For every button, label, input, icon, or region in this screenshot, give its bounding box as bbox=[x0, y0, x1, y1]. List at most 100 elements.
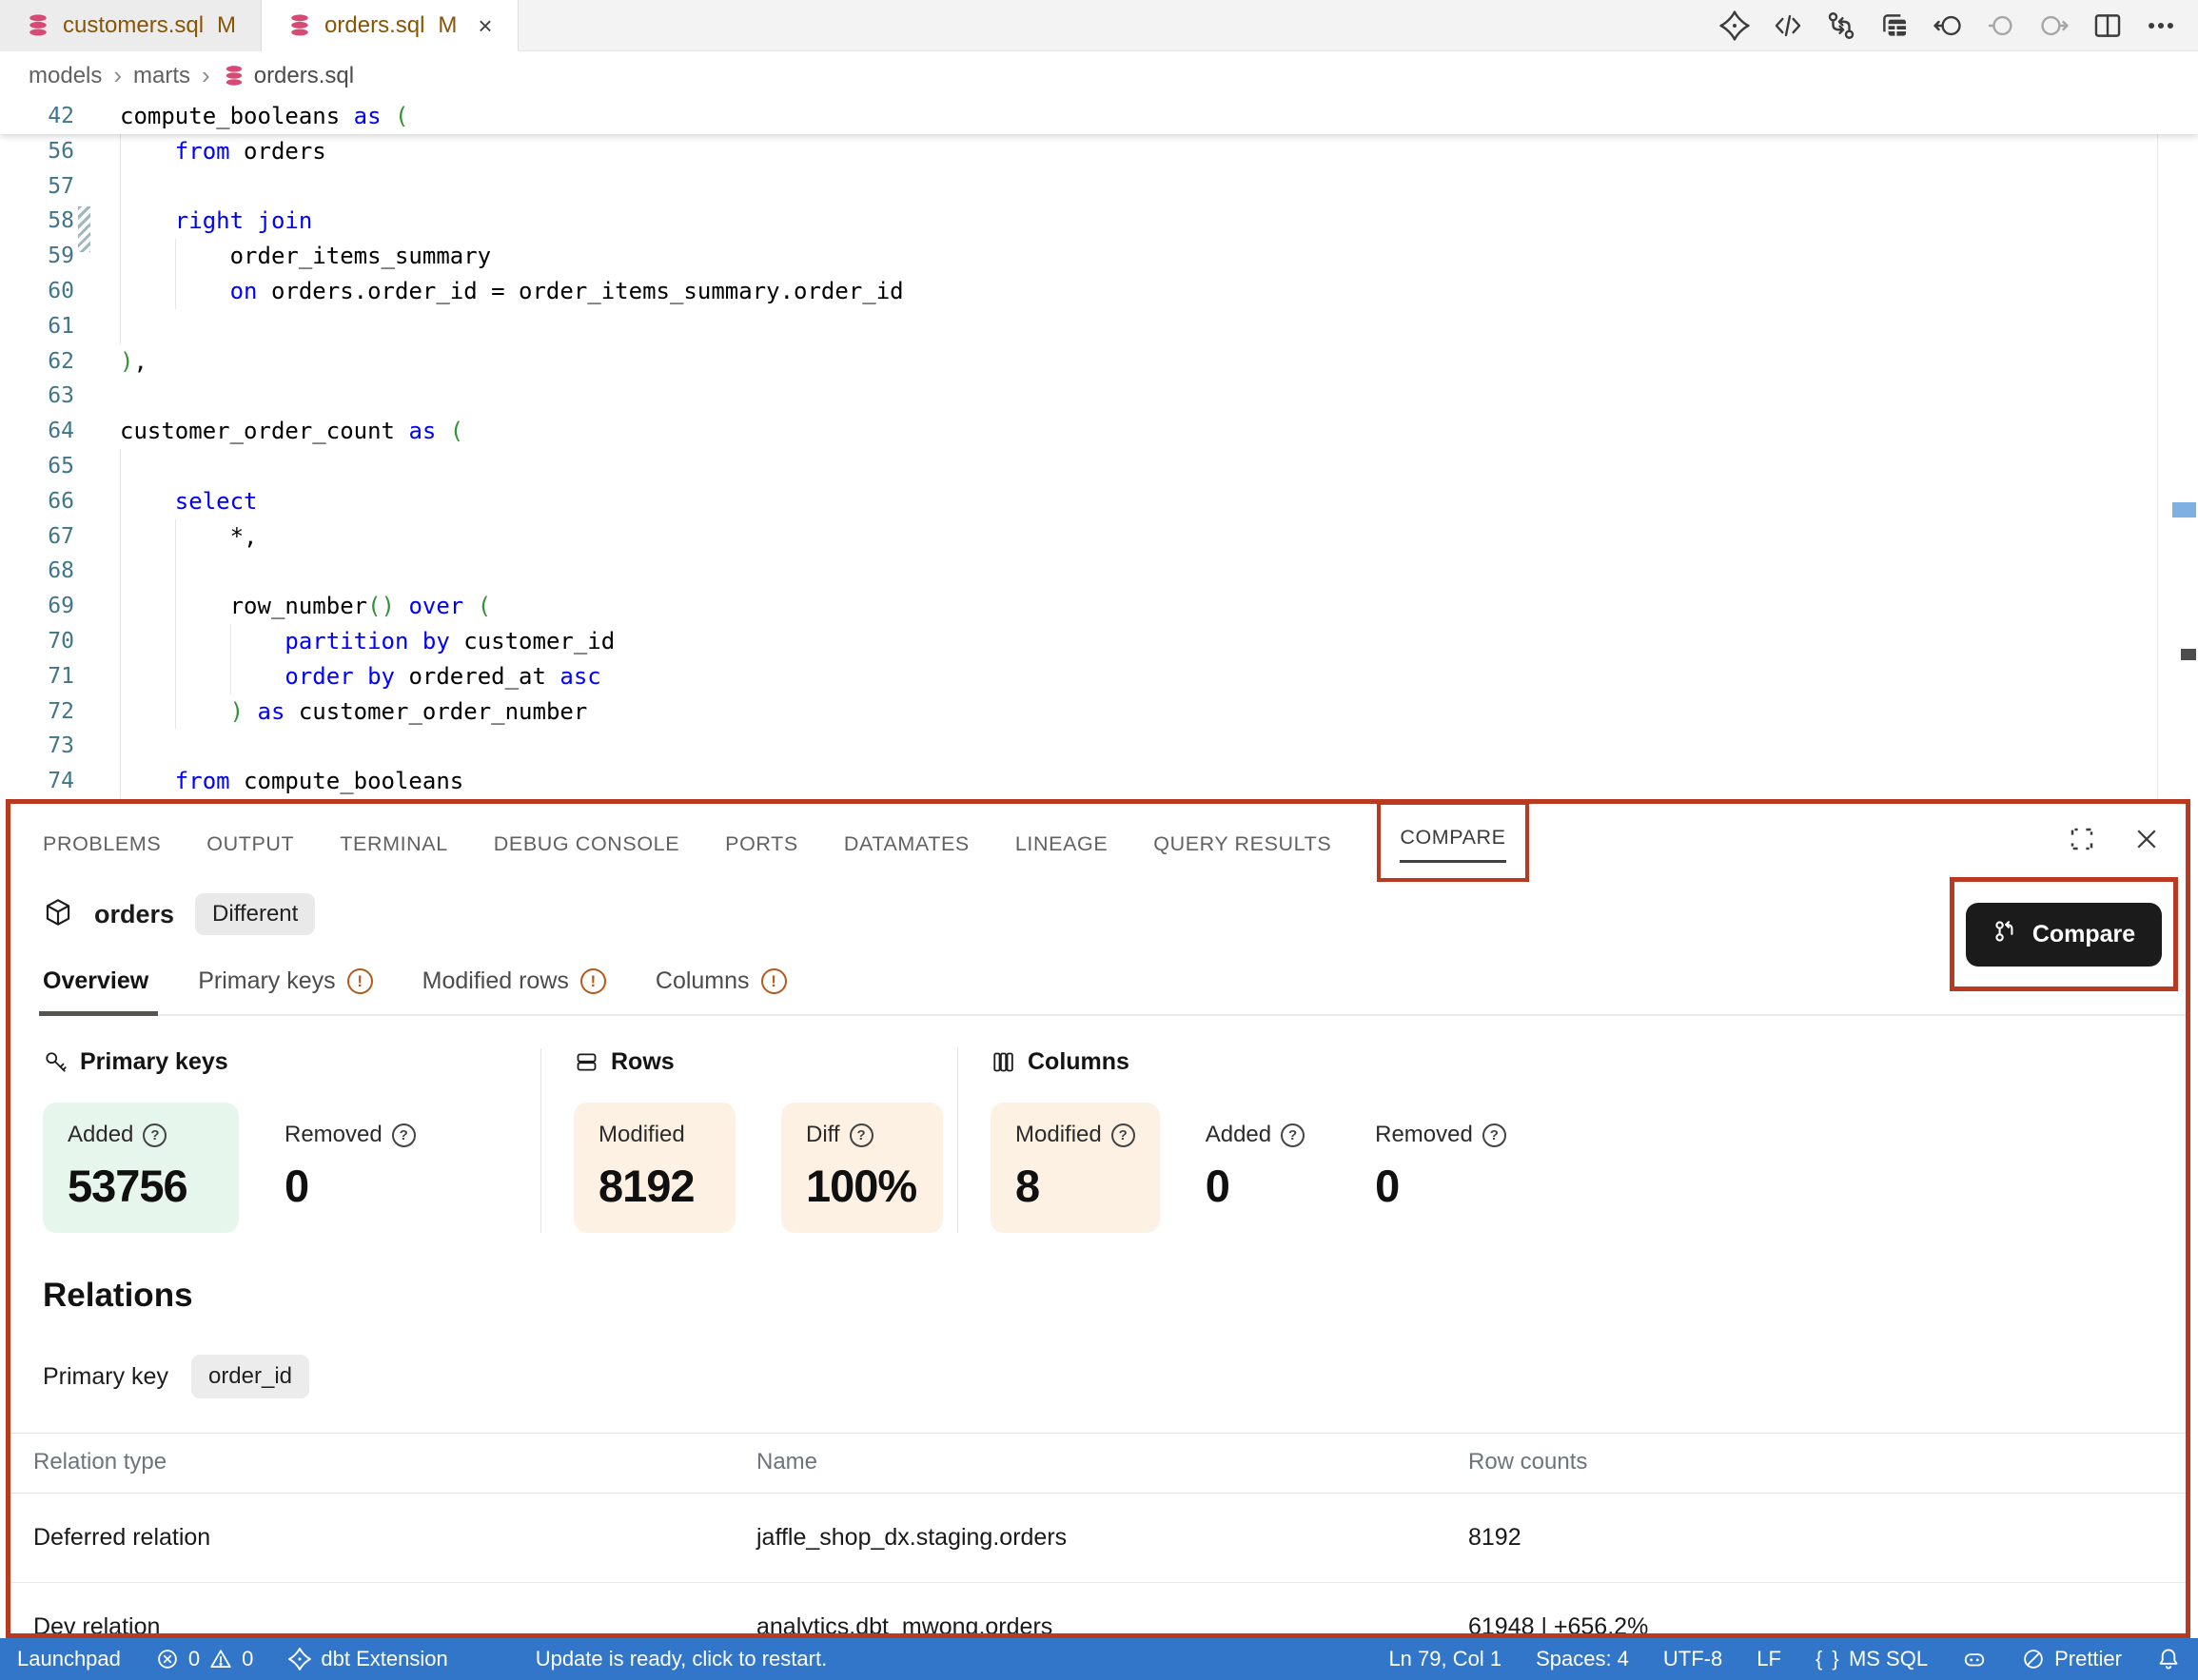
subtab-primary-keys[interactable]: Primary keys! bbox=[198, 967, 372, 995]
statusbar-copilot[interactable] bbox=[1962, 1647, 1987, 1671]
chevron-right-icon: › bbox=[200, 61, 212, 90]
stat-card-removed: Removed?0 bbox=[1375, 1103, 1531, 1233]
help-icon[interactable]: ? bbox=[1482, 1123, 1506, 1147]
help-icon[interactable]: ? bbox=[392, 1123, 416, 1147]
relations-col-header: Relation type bbox=[10, 1434, 756, 1494]
line-number: 68 bbox=[0, 554, 74, 589]
navigate-indicator-icon[interactable] bbox=[1985, 10, 2017, 42]
stat-card-label: Modified bbox=[1015, 1122, 1102, 1148]
stat-card-label: Removed bbox=[1375, 1122, 1473, 1148]
statusbar-launchpad[interactable]: Launchpad bbox=[17, 1647, 121, 1671]
statusbar-label: Prettier bbox=[2054, 1647, 2122, 1671]
breadcrumb-item-marts[interactable]: marts bbox=[133, 63, 190, 89]
query-results-table-icon[interactable] bbox=[1878, 10, 1911, 42]
statusbar-notifications[interactable] bbox=[2156, 1647, 2181, 1671]
panel-tab-debug-console[interactable]: DEBUG CONSOLE bbox=[494, 832, 679, 856]
code-line-65: 65 bbox=[0, 449, 2198, 484]
git-graph-icon[interactable] bbox=[1825, 10, 1857, 42]
line-number: 62 bbox=[0, 344, 74, 380]
statusbar-indentation[interactable]: Spaces: 4 bbox=[1536, 1647, 1629, 1671]
panel-tab-query-results[interactable]: QUERY RESULTS bbox=[1153, 832, 1331, 856]
breadcrumb: models›marts›orders.sql bbox=[0, 52, 2198, 99]
subtab-label: Primary keys bbox=[198, 967, 335, 995]
navigate-back-icon[interactable] bbox=[1932, 10, 1964, 42]
code-line-71: 71 order by ordered_at asc bbox=[0, 659, 2198, 694]
help-icon[interactable]: ? bbox=[143, 1123, 167, 1147]
panel-tab-compare[interactable]: COMPARE bbox=[1400, 826, 1505, 863]
breadcrumb-item-file[interactable]: orders.sql bbox=[222, 63, 354, 89]
compare-sub-tabs: Overview Primary keys! Modified rows! Colum… bbox=[43, 967, 2186, 1016]
git-modified-badge: M bbox=[438, 12, 457, 39]
statusbar-label: 0 bbox=[242, 1647, 253, 1671]
database-icon bbox=[25, 12, 51, 39]
stat-card-value: 8 bbox=[1015, 1160, 1135, 1212]
compare-button[interactable]: Compare bbox=[1966, 903, 2162, 967]
gutter-area bbox=[74, 554, 120, 589]
code-editor[interactable]: 42compute_booleans as (56 from orders575… bbox=[0, 99, 2198, 799]
gutter-area bbox=[74, 309, 120, 344]
code-icon[interactable] bbox=[1772, 10, 1804, 42]
statusbar-update-message[interactable]: Update is ready, click to restart. bbox=[536, 1647, 828, 1671]
panel-tab-datamates[interactable]: DATAMATES bbox=[844, 832, 970, 856]
code-line-62: 62), bbox=[0, 344, 2198, 380]
code-line-72: 72 ) as customer_order_number bbox=[0, 694, 2198, 730]
braces-icon: { } bbox=[1815, 1647, 1840, 1671]
panel-tab-output[interactable]: OUTPUT bbox=[206, 832, 294, 856]
code-text: partition by customer_id bbox=[120, 624, 615, 659]
line-number: 63 bbox=[0, 379, 74, 414]
code-line-74: 74 from compute_booleans bbox=[0, 764, 2198, 799]
editor-tab-customers-sql[interactable]: customers.sqlM bbox=[0, 0, 262, 51]
code-line-67: 67 *, bbox=[0, 519, 2198, 555]
subtab-modified-rows[interactable]: Modified rows! bbox=[422, 967, 606, 995]
split-editor-icon[interactable] bbox=[2091, 10, 2124, 42]
statusbar-label: UTF-8 bbox=[1663, 1647, 1722, 1671]
line-number: 65 bbox=[0, 449, 74, 484]
stat-card-label: Modified bbox=[599, 1122, 685, 1148]
close-panel-icon[interactable] bbox=[2132, 825, 2161, 858]
code-line-60: 60 on orders.order_id = order_items_summ… bbox=[0, 274, 2198, 309]
gutter-area bbox=[74, 519, 120, 555]
panel-tab-ports[interactable]: PORTS bbox=[725, 832, 798, 856]
panel-tab-bar: PROBLEMS OUTPUT TERMINAL DEBUG CONSOLE PORTS… bbox=[10, 804, 2186, 884]
stat-card-label: Added bbox=[68, 1122, 133, 1148]
code-text: order_items_summary bbox=[120, 239, 491, 274]
relations-table-row: Deferred relationjaffle_shop_dx.staging.… bbox=[10, 1494, 2186, 1583]
statusbar-eol[interactable]: LF bbox=[1756, 1647, 1781, 1671]
relations-table-cell: Deferred relation bbox=[10, 1494, 756, 1583]
help-icon[interactable]: ? bbox=[1111, 1123, 1135, 1147]
editor-tab-orders-sql[interactable]: orders.sql M × bbox=[262, 0, 519, 51]
help-icon[interactable]: ? bbox=[850, 1123, 873, 1147]
tab-label: orders.sql bbox=[324, 12, 424, 39]
statusbar-label: 0 bbox=[188, 1647, 200, 1671]
code-text: right join bbox=[120, 204, 312, 239]
code-text: on orders.order_id = order_items_summary… bbox=[120, 274, 904, 309]
statusbar-label: Spaces: 4 bbox=[1536, 1647, 1629, 1671]
line-number: 71 bbox=[0, 659, 74, 694]
subtab-columns[interactable]: Columns! bbox=[656, 967, 787, 995]
stat-section-title: Primary keys bbox=[80, 1048, 228, 1076]
stat-card-value: 8192 bbox=[599, 1160, 711, 1212]
statusbar-formatter[interactable]: Prettier bbox=[2021, 1647, 2122, 1671]
panel-tab-problems[interactable]: PROBLEMS bbox=[43, 832, 161, 856]
statusbar-label: LF bbox=[1756, 1647, 1781, 1671]
gutter-area bbox=[74, 379, 120, 414]
maximize-panel-icon[interactable] bbox=[2068, 825, 2096, 858]
status-bar: Launchpad00dbt ExtensionUpdate is ready,… bbox=[0, 1638, 2198, 1680]
statusbar-problems[interactable]: 00 bbox=[155, 1647, 254, 1671]
navigate-forward-icon[interactable] bbox=[2038, 10, 2070, 42]
panel-tab-lineage[interactable]: LINEAGE bbox=[1015, 832, 1108, 856]
statusbar-language-mode[interactable]: { }MS SQL bbox=[1815, 1647, 1928, 1671]
statusbar-dbt-extension[interactable]: dbt Extension bbox=[287, 1647, 447, 1671]
stat-section-rows: RowsModified8192Diff?100% bbox=[541, 1048, 958, 1233]
code-text: compute_booleans as ( bbox=[120, 99, 408, 134]
statusbar-encoding[interactable]: UTF-8 bbox=[1663, 1647, 1722, 1671]
breadcrumb-item-models[interactable]: models bbox=[29, 63, 102, 89]
subtab-overview[interactable]: Overview bbox=[43, 967, 148, 995]
close-tab-icon[interactable]: × bbox=[478, 13, 492, 38]
dbt-icon[interactable] bbox=[1718, 10, 1751, 42]
panel-tab-terminal[interactable]: TERMINAL bbox=[340, 832, 448, 856]
help-icon[interactable]: ? bbox=[1281, 1123, 1305, 1147]
more-actions-icon[interactable] bbox=[2145, 10, 2177, 42]
statusbar-cursor-position[interactable]: Ln 79, Col 1 bbox=[1388, 1647, 1501, 1671]
code-line-42: 42compute_booleans as ( bbox=[0, 99, 2198, 134]
